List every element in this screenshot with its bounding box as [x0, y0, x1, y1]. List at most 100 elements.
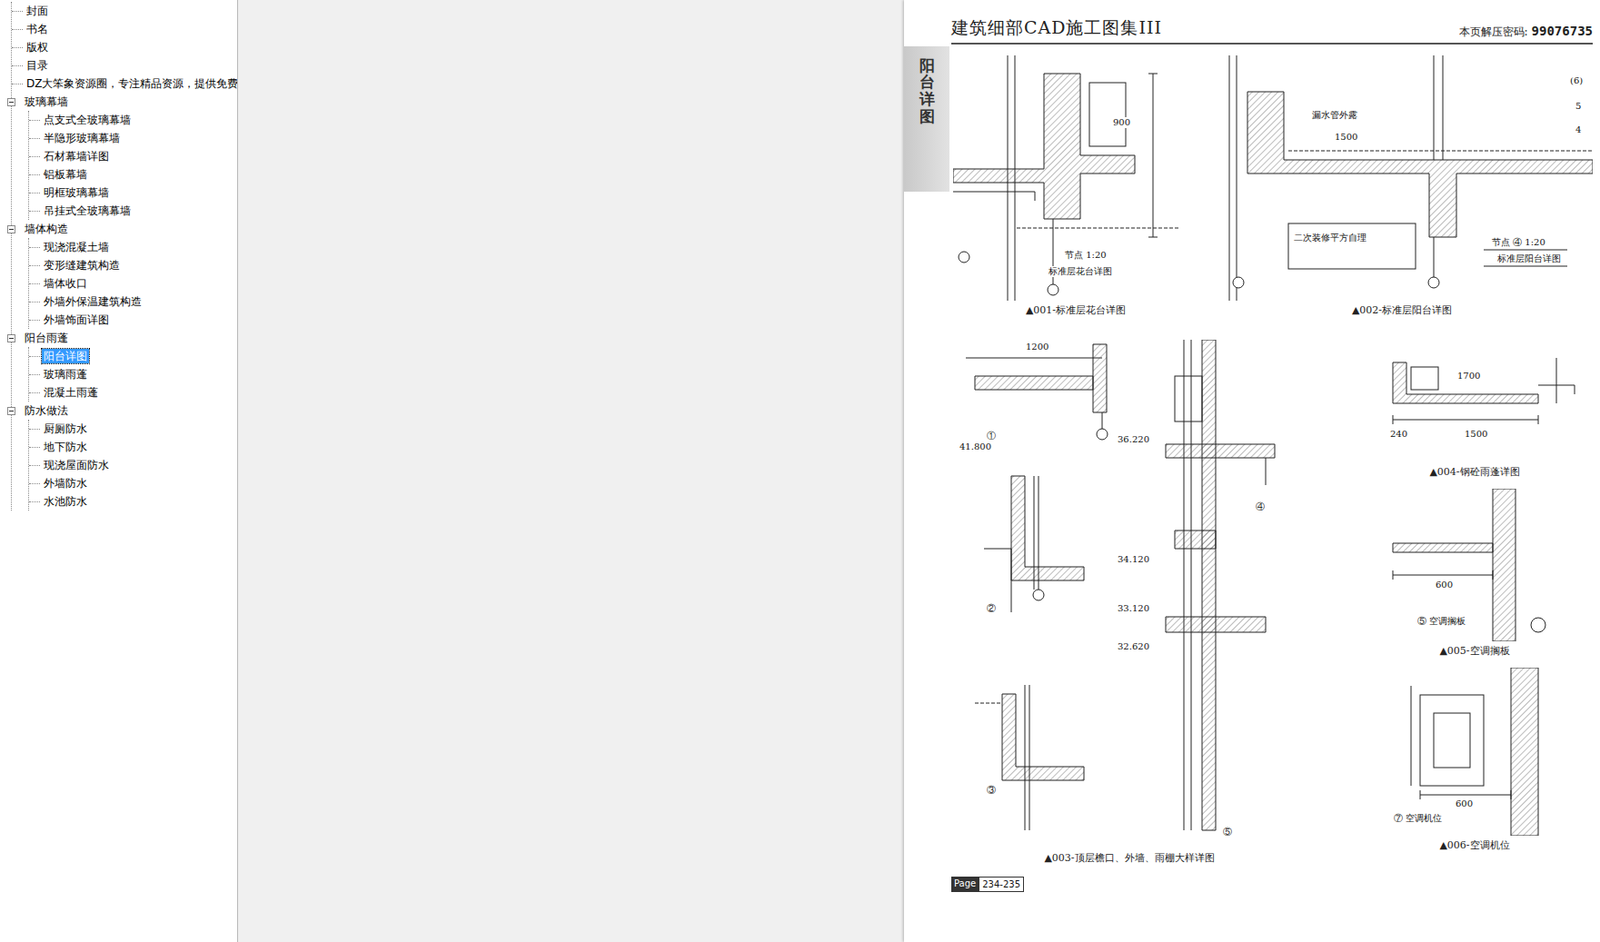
- tree-children: 厨厕防水地下防水现浇屋面防水外墙防水水池防水: [28, 419, 238, 511]
- figure: 17001500240▲004-钢砼雨蓬详图: [1356, 339, 1593, 482]
- drawing-label: ⑤: [1222, 826, 1233, 838]
- drawing-line: [1420, 794, 1511, 796]
- tree-label[interactable]: 明框玻璃幕墙: [41, 185, 111, 200]
- tree-item[interactable]: 玻璃雨蓬: [29, 365, 238, 384]
- axis-marker: [1232, 277, 1244, 289]
- tree-label[interactable]: 外墙防水: [41, 476, 90, 491]
- tree-label[interactable]: 铝板幕墙: [41, 167, 90, 182]
- tree-label[interactable]: 防水做法: [22, 403, 70, 418]
- tree-item[interactable]: 现浇混凝土墙: [29, 238, 238, 257]
- tree-item[interactable]: 混凝土雨蓬: [29, 383, 238, 402]
- tree-children: 阳台详图玻璃雨蓬混凝土雨蓬: [28, 347, 238, 402]
- tree-connector: [29, 301, 40, 303]
- tree-item[interactable]: 吊挂式全玻璃幕墙: [29, 201, 238, 220]
- figure-caption: ▲004-钢砼雨蓬详图: [1356, 465, 1593, 482]
- tree-item[interactable]: 防水做法: [11, 401, 238, 420]
- drawing-outline: [1433, 713, 1471, 768]
- tree-item[interactable]: 版权: [11, 38, 238, 57]
- tree-item[interactable]: 墙体收口: [29, 274, 238, 293]
- tree-item[interactable]: 墙体构造: [11, 219, 238, 239]
- tree-item[interactable]: 变形缝建筑构造: [29, 256, 238, 275]
- tree-connector: [11, 29, 23, 30]
- concrete-section: [953, 73, 1135, 219]
- tree-label[interactable]: 吊挂式全玻璃幕墙: [41, 203, 133, 219]
- drawing-label: 标准层花台详图: [1047, 266, 1114, 278]
- drawing-label: 900: [1112, 117, 1132, 129]
- figure: ①②③④⑤120041.80036.22034.12033.12032.620▲…: [956, 339, 1302, 868]
- tree-label[interactable]: 变形缝建筑构造: [41, 258, 122, 273]
- figure: 900节点 1:20标准层花台详图▲001-标准层花台详图: [953, 55, 1199, 320]
- tree-label[interactable]: 地下防水: [41, 439, 90, 455]
- tree-connector: [29, 156, 40, 158]
- tree-item[interactable]: 目录: [11, 56, 238, 75]
- drawing-label: 节点 ④ 1:20: [1490, 237, 1547, 249]
- tree-label[interactable]: 玻璃幕墙: [22, 94, 70, 110]
- concrete-section: [1165, 444, 1275, 458]
- tree-label[interactable]: 阳台雨蓬: [22, 330, 70, 346]
- figure-drawing: ①②③④⑤120041.80036.22034.12033.12032.620: [956, 339, 1302, 849]
- tree-label[interactable]: 阳台详图: [41, 348, 90, 364]
- page-number-label: Page: [951, 876, 979, 893]
- tree-label[interactable]: 石材幕墙详图: [41, 149, 111, 164]
- tree-connector: [29, 265, 40, 267]
- tree-item[interactable]: 明框玻璃幕墙: [29, 183, 238, 202]
- drawing-label: 1700: [1456, 370, 1481, 382]
- tree-label[interactable]: 目录: [24, 58, 50, 73]
- tree-label[interactable]: DZ大笨象资源圈，专注精品资源，提供免费: [24, 76, 239, 91]
- tree-label[interactable]: 现浇混凝土墙: [41, 239, 111, 255]
- tree-label[interactable]: 水池防水: [41, 494, 90, 509]
- drawing-line: [1038, 476, 1040, 590]
- tree-connector: [29, 192, 40, 194]
- tree-label[interactable]: 版权: [24, 39, 50, 55]
- tree-label[interactable]: 墙体构造: [22, 221, 70, 237]
- figure-caption: ▲005-空调搁板: [1356, 644, 1593, 661]
- tree-item[interactable]: 玻璃幕墙: [11, 92, 238, 111]
- tree-label[interactable]: 玻璃雨蓬: [41, 367, 90, 382]
- drawing-line: [1433, 55, 1435, 160]
- tree-item[interactable]: 阳台雨蓬: [11, 328, 238, 348]
- tree-label[interactable]: 书名: [24, 21, 50, 37]
- tree-label[interactable]: 墙体收口: [41, 276, 90, 291]
- tree-item[interactable]: 厨厕防水: [29, 419, 238, 438]
- tree-label[interactable]: 封面: [24, 3, 50, 19]
- tree-item[interactable]: 外墙外保温建筑构造: [29, 292, 238, 311]
- tree-label[interactable]: 外墙饰面详图: [41, 312, 111, 328]
- tree-connector: [29, 247, 40, 249]
- tree-connector: [29, 501, 40, 503]
- tree-item[interactable]: 铝板幕墙: [29, 165, 238, 184]
- expand-toggle[interactable]: [7, 334, 16, 343]
- drawing-label: ④: [1254, 501, 1266, 513]
- page-header: 建筑细部CAD施工图集III 本页解压密码:99076735: [951, 14, 1593, 45]
- tree-item[interactable]: 石材幕墙详图: [29, 147, 238, 166]
- tree-item[interactable]: 地下防水: [29, 437, 238, 457]
- tree-label[interactable]: 混凝土雨蓬: [41, 385, 100, 400]
- tree-label[interactable]: 点支式全玻璃幕墙: [41, 112, 133, 128]
- drawing-canvas: [953, 55, 1199, 301]
- tree-label[interactable]: 半隐形玻璃幕墙: [41, 130, 122, 146]
- drawing-line: [1420, 790, 1422, 800]
- tree-item[interactable]: 外墙防水: [29, 474, 238, 493]
- drawing-line: [1442, 55, 1444, 160]
- drawing-label: 600: [1454, 798, 1474, 810]
- tree-item[interactable]: 外墙饰面详图: [29, 310, 238, 329]
- tree-label[interactable]: 现浇屋面防水: [41, 457, 111, 473]
- tree-item[interactable]: DZ大笨象资源圈，专注精品资源，提供免费: [11, 74, 238, 93]
- tree-connector: [11, 83, 23, 85]
- tree-label[interactable]: 厨厕防水: [41, 421, 90, 437]
- tree-item[interactable]: 阳台详图: [29, 347, 238, 366]
- tree-item[interactable]: 现浇屋面防水: [29, 456, 238, 475]
- tree-item[interactable]: 半隐形玻璃幕墙: [29, 129, 238, 148]
- tree-item[interactable]: 点支式全玻璃幕墙: [29, 110, 238, 130]
- tree-label[interactable]: 外墙外保温建筑构造: [41, 294, 144, 309]
- drawing-label: 漏水管外露: [1311, 109, 1359, 121]
- expand-toggle[interactable]: [7, 225, 16, 234]
- tree-item[interactable]: 水池防水: [29, 492, 238, 511]
- page-title: 建筑细部CAD施工图集III: [951, 14, 1163, 41]
- drawing-line: [1433, 237, 1435, 278]
- expand-toggle[interactable]: [7, 98, 16, 107]
- concrete-section: [1011, 476, 1084, 581]
- expand-toggle[interactable]: [7, 407, 16, 416]
- drawing-label: ⑤ 空调搁板: [1416, 616, 1467, 627]
- tree-item[interactable]: 封面: [11, 1, 238, 20]
- tree-item[interactable]: 书名: [11, 19, 238, 39]
